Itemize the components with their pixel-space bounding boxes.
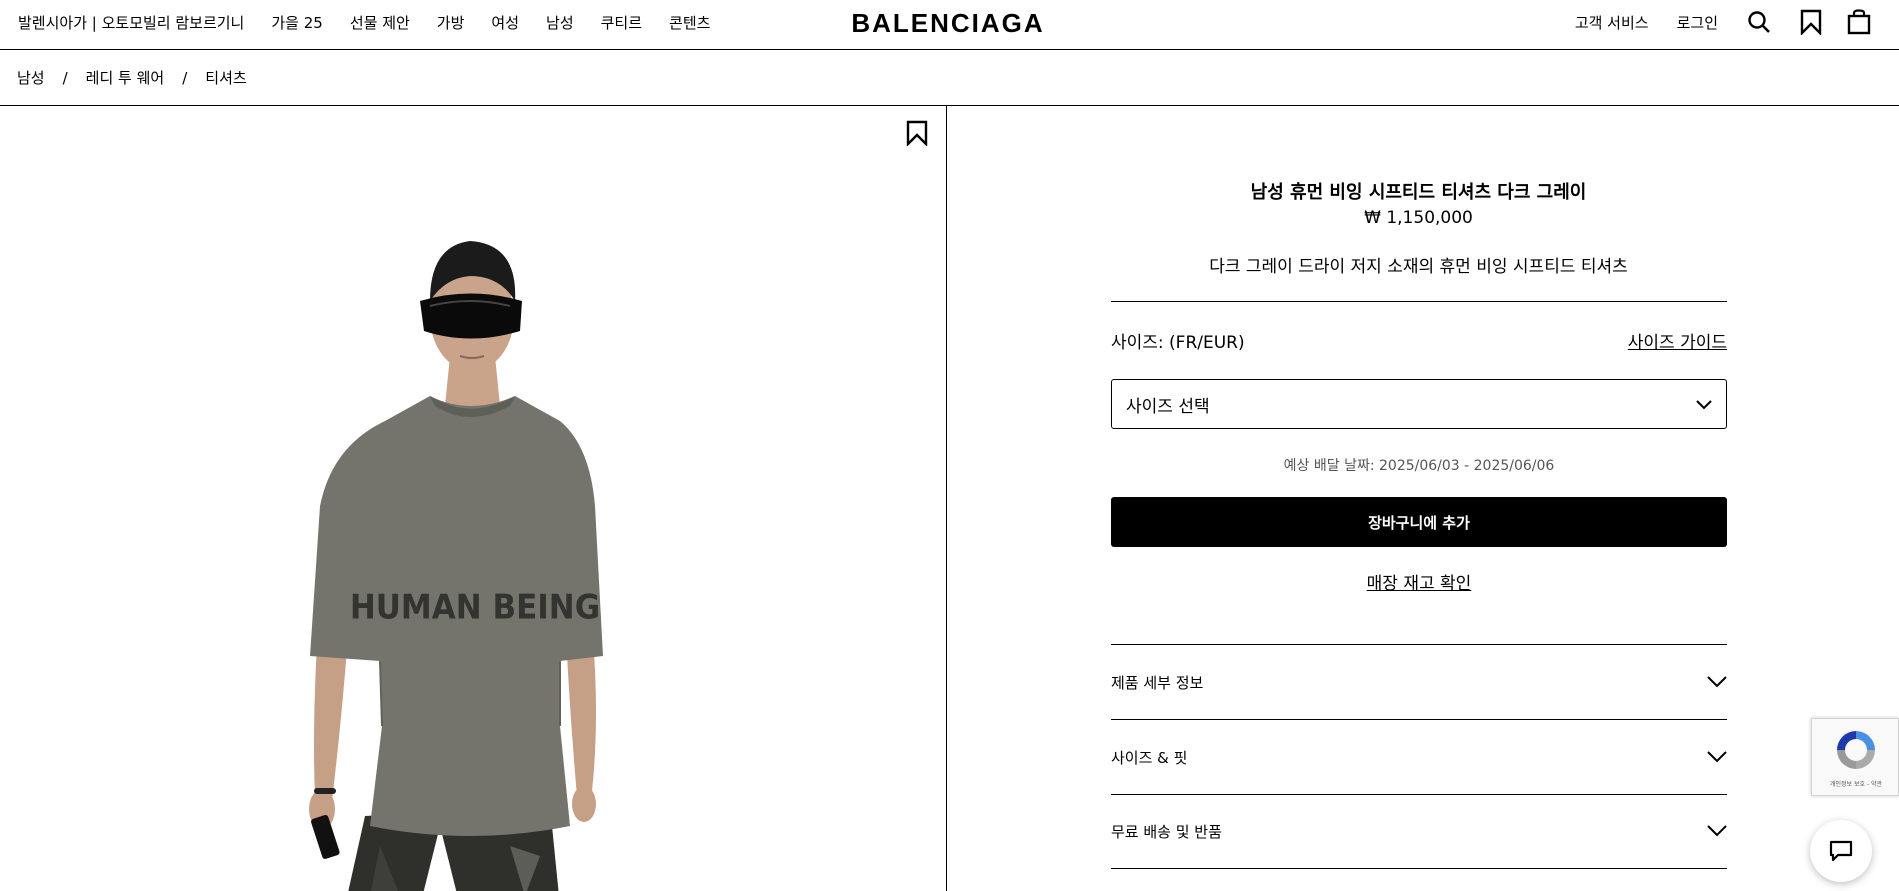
breadcrumb-separator: / xyxy=(62,68,68,87)
recaptcha-text: 개인정보 보호 - 약관 xyxy=(1829,781,1883,788)
add-to-cart-button[interactable]: 장바구니에 추가 xyxy=(1111,497,1727,547)
divider xyxy=(1111,301,1727,302)
nav-item-men[interactable]: 남성 xyxy=(546,12,574,33)
purchase-form: 사이즈: (FR/EUR) 사이즈 가이드 사이즈 선택 예상 배달 날짜: 2… xyxy=(1111,301,1727,869)
breadcrumb: 남성 / 레디 투 웨어 / 티셔츠 xyxy=(0,50,1899,106)
utility-nav: 고객 서비스 로그인 xyxy=(1575,0,1899,44)
product-accordion: 제품 세부 정보 사이즈 & 핏 무료 배송 및 반품 xyxy=(1111,644,1727,869)
size-select-value: 사이즈 선택 xyxy=(1126,396,1210,417)
nav-item-lamborghini[interactable]: 발렌시아가 | 오토모빌리 람보르기니 xyxy=(18,12,244,33)
accordion-product-details[interactable]: 제품 세부 정보 xyxy=(1111,644,1727,719)
site-header: 발렌시아가 | 오토모빌리 람보르기니 가을 25 선물 제안 가방 여성 남성… xyxy=(0,0,1899,50)
nav-item-gifts[interactable]: 선물 제안 xyxy=(350,12,410,33)
accordion-shipping-returns[interactable]: 무료 배송 및 반품 xyxy=(1111,794,1727,869)
wishlist-bookmark-icon[interactable] xyxy=(906,120,932,147)
breadcrumb-separator: / xyxy=(182,68,188,87)
chevron-down-icon xyxy=(1707,748,1727,767)
nav-item-women[interactable]: 여성 xyxy=(491,12,519,33)
brand-logo[interactable]: BALENCIAGA xyxy=(850,8,1046,39)
accordion-label: 무료 배송 및 반품 xyxy=(1111,823,1222,841)
product-image: HUMAN BEING xyxy=(309,241,603,891)
chevron-down-icon xyxy=(1696,395,1712,414)
chevron-down-icon xyxy=(1707,673,1727,692)
store-stock-check-link[interactable]: 매장 재고 확인 xyxy=(1111,569,1727,594)
search-icon[interactable] xyxy=(1746,9,1772,35)
product-gallery[interactable]: HUMAN BEING xyxy=(0,106,947,891)
size-row: 사이즈: (FR/EUR) 사이즈 가이드 xyxy=(1111,328,1727,353)
chat-button[interactable] xyxy=(1810,820,1872,882)
svg-text:HUMAN BEING: HUMAN BEING xyxy=(350,587,600,627)
nav-item-content[interactable]: 콘텐츠 xyxy=(669,12,710,33)
recaptcha-badge[interactable]: 개인정보 보호 - 약관 xyxy=(1811,718,1899,796)
nav-item-bags[interactable]: 가방 xyxy=(437,12,465,33)
accordion-label: 사이즈 & 핏 xyxy=(1111,748,1188,767)
customer-service-link[interactable]: 고객 서비스 xyxy=(1575,12,1649,33)
chevron-down-icon xyxy=(1707,822,1727,841)
recaptcha-icon xyxy=(1837,731,1875,769)
bookmark-icon[interactable] xyxy=(1798,9,1824,35)
accordion-label: 제품 세부 정보 xyxy=(1111,673,1204,692)
breadcrumb-men[interactable]: 남성 xyxy=(17,67,45,88)
nav-item-couture[interactable]: 쿠티르 xyxy=(601,12,642,33)
product-title: 남성 휴먼 비잉 시프티드 티셔츠 다크 그레이 xyxy=(1250,182,1587,203)
shopping-bag-icon[interactable] xyxy=(1846,9,1872,35)
product-description: 다크 그레이 드라이 저지 소재의 휴먼 비잉 시프티드 티셔츠 xyxy=(1209,257,1628,277)
breadcrumb-tshirts[interactable]: 티셔츠 xyxy=(205,67,246,88)
chat-icon xyxy=(1829,840,1853,862)
nav-item-fall-25[interactable]: 가을 25 xyxy=(271,12,322,33)
product-price: ₩ 1,150,000 xyxy=(1364,208,1473,228)
size-guide-link[interactable]: 사이즈 가이드 xyxy=(1628,328,1727,353)
login-link[interactable]: 로그인 xyxy=(1677,12,1718,33)
size-select[interactable]: 사이즈 선택 xyxy=(1111,379,1727,429)
main-nav: 발렌시아가 | 오토모빌리 람보르기니 가을 25 선물 제안 가방 여성 남성… xyxy=(18,0,737,44)
accordion-size-fit[interactable]: 사이즈 & 핏 xyxy=(1111,719,1727,794)
size-label: 사이즈: (FR/EUR) xyxy=(1111,333,1245,353)
product-info: 남성 휴먼 비잉 시프티드 티셔츠 다크 그레이 ₩ 1,150,000 다크 … xyxy=(948,106,1899,891)
breadcrumb-ready-to-wear[interactable]: 레디 투 웨어 xyxy=(86,67,165,88)
delivery-estimate: 예상 배달 날짜: 2025/06/03 - 2025/06/06 xyxy=(1283,458,1555,474)
